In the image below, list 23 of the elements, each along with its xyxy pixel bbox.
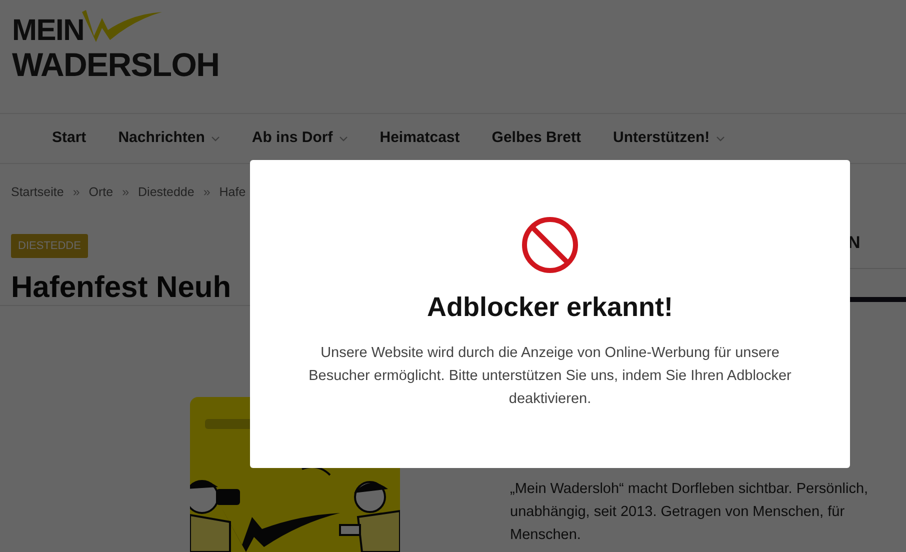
breadcrumb-link[interactable]: Diestedde — [138, 183, 194, 202]
breadcrumb-separator: » — [203, 184, 210, 201]
modal-title: Adblocker erkannt! — [426, 291, 674, 324]
breadcrumb-separator: » — [72, 184, 80, 201]
about-text: „Mein Wadersloh“ macht Dorfleben sichtbar. Persönlich, unabhängig, seit 2013. Getragen von Menschen, für Menschen. — [510, 480, 870, 545]
nav-link[interactable]: Ab ins Dorf — [252, 127, 348, 150]
nav-link[interactable]: Nachrichten — [118, 127, 220, 150]
article-title: Hafenfest Neuh — [11, 270, 232, 306]
breadcrumb-separator: » — [122, 184, 130, 201]
category-badge[interactable]: DIESTEDDE — [11, 234, 88, 258]
nav-link[interactable]: Gelbes Brett — [492, 127, 581, 150]
logo-text: MEIN — [12, 16, 84, 46]
breadcrumb-link[interactable]: Orte — [88, 183, 114, 202]
logo-text: WADERSLOH — [12, 48, 220, 81]
nav-link[interactable]: Heimatcast — [380, 127, 460, 150]
nav-link[interactable]: Start — [52, 127, 86, 150]
nav-link[interactable]: Unterstützen! — [612, 127, 725, 150]
breadcrumb-link[interactable]: Startseite — [11, 183, 64, 202]
prohibited-icon — [520, 215, 580, 275]
breadcrumb-link[interactable]: Hafe — [219, 183, 246, 202]
section-bar — [850, 296, 906, 302]
site-logo[interactable]: MEIN WADERSLOH — [12, 8, 232, 80]
modal-message: Unsere Website wird durch die Anzeige von Online-Werbung für unsere Besucher ermöglicht. Bitte unterstützen Sie uns, indem Sie Ihren Adblocker deaktivieren. — [308, 344, 792, 408]
